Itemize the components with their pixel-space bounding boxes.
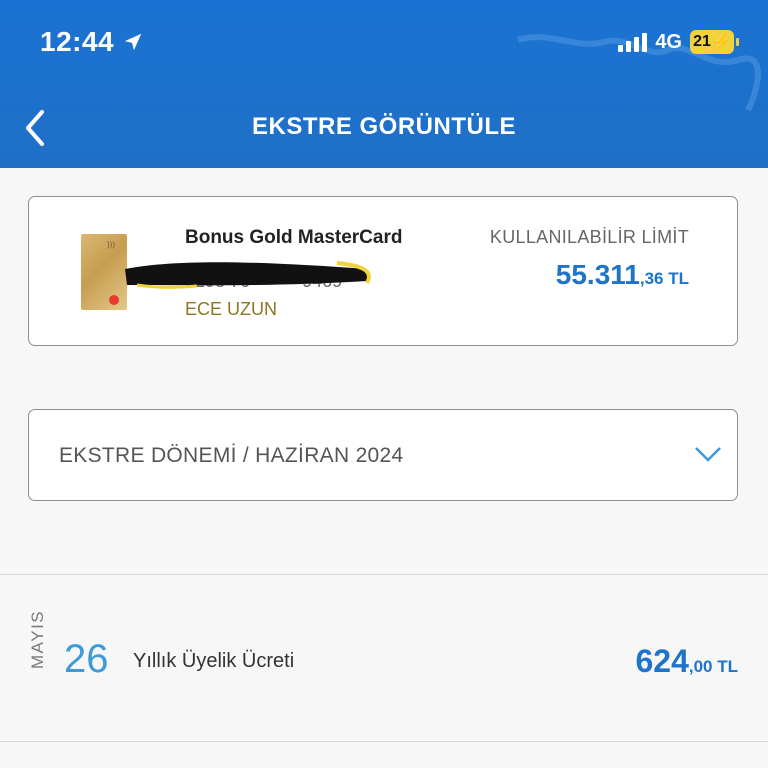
limit-value: 55.311,36 TL (556, 259, 689, 291)
transaction-row[interactable]: MAYIS 26 Yıllık Üyelik Ücreti 624,00 TL (0, 575, 768, 741)
card-owner: ECE UZUN (185, 299, 278, 319)
transaction-month: MAYIS (28, 609, 47, 669)
transaction-amount: 624,00 TL (635, 643, 738, 680)
page-title: EKSTRE GÖRÜNTÜLE (251, 113, 516, 140)
period-label: EKSTRE DÖNEMİ / HAZİRAN 2024 (59, 444, 404, 467)
contactless-icon: ))) (107, 240, 115, 249)
chevron-down-icon (695, 447, 721, 462)
amount-main: 624 (635, 643, 689, 679)
limit-main: 55.311 (555, 259, 640, 290)
limit-decimal: ,36 TL (639, 269, 689, 288)
card-summary: ))) Bonus Gold MasterCard 5298 76** ****… (28, 196, 738, 346)
card-name: Bonus Gold MasterCard (185, 227, 403, 248)
status-indicators: 4G 21 ⚡ (618, 30, 739, 54)
divider (0, 741, 768, 742)
period-select[interactable]: EKSTRE DÖNEMİ / HAZİRAN 2024 (28, 409, 738, 501)
location-arrow-icon (124, 33, 142, 51)
transaction-description: Yıllık Üyelik Ücreti (133, 650, 295, 672)
limit-label: KULLANILABİLİR LİMİT (489, 227, 689, 247)
redaction-scribble (125, 261, 371, 289)
battery-icon: 21 ⚡ (690, 30, 739, 54)
mastercard-logo-icon (109, 295, 119, 305)
header-bar: 12:44 4G 21 ⚡ EKSTRE GÖRÜNTÜLE (0, 0, 768, 168)
network-label: 4G (655, 30, 682, 53)
signal-icon (618, 32, 648, 52)
transaction-day: 26 (64, 637, 109, 681)
amount-decimal: ,00 TL (688, 657, 738, 676)
status-time: 12:44 (40, 26, 144, 58)
